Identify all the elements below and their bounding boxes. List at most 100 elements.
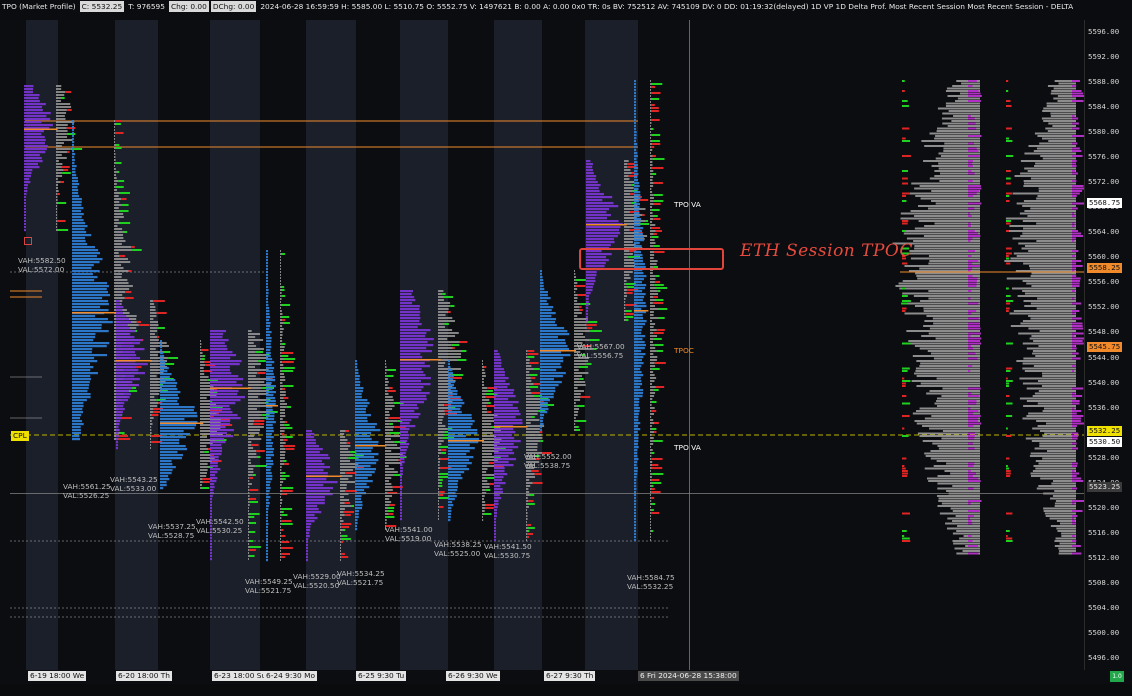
tpo-row xyxy=(210,342,225,345)
volume-bar xyxy=(385,393,389,395)
volume-bar xyxy=(650,107,651,109)
tpo-row xyxy=(210,513,212,516)
annotation-highlight-box[interactable] xyxy=(579,248,724,270)
tpo-row xyxy=(355,363,358,366)
session-volume-bar xyxy=(947,517,980,520)
delta-bar xyxy=(345,472,357,474)
volume-bar xyxy=(624,280,627,282)
volume-bar xyxy=(280,430,285,432)
volume-bar xyxy=(438,425,446,427)
delta-bar xyxy=(653,182,663,184)
volume-bar xyxy=(650,200,654,202)
session-volume-bar xyxy=(944,470,980,472)
volume-bar xyxy=(482,477,486,479)
session-delta-bar xyxy=(1072,117,1079,120)
tpo-row xyxy=(540,306,554,309)
tpo-row xyxy=(24,130,44,133)
session-delta-bar xyxy=(1072,180,1077,182)
session-delta-bar xyxy=(968,462,975,465)
tpo-row xyxy=(24,160,43,163)
time-axis[interactable]: 6-19 18:00 We 6-20 18:00 Th 6-23 18:00 Su 6… xyxy=(10,670,1084,684)
delta-bar xyxy=(119,210,129,212)
tpo-row xyxy=(634,215,640,218)
tpo-row xyxy=(400,413,421,416)
tpo-row xyxy=(634,86,636,89)
session-delta-bar xyxy=(968,297,971,300)
poc-marker xyxy=(448,440,484,442)
volume-bar xyxy=(114,249,133,251)
tpo-row xyxy=(355,411,366,414)
delta-bar xyxy=(257,372,266,374)
delta-bar xyxy=(653,233,657,235)
volume-bar xyxy=(650,272,653,274)
session-delta-bar xyxy=(1072,535,1076,537)
volume-bar xyxy=(340,544,341,546)
session-volume-bar xyxy=(1022,417,1076,420)
tpo-row xyxy=(540,327,565,330)
session-volume-bar xyxy=(906,330,980,332)
tpo-row xyxy=(24,187,28,190)
delta-bar xyxy=(1006,465,1008,467)
tpo-row xyxy=(494,476,504,479)
session-delta-bar xyxy=(968,262,973,265)
volume-bar xyxy=(438,428,448,430)
volume-bar xyxy=(150,315,157,317)
session-volume-bar xyxy=(898,282,980,285)
tpo-row xyxy=(72,357,95,360)
tpo-row xyxy=(72,405,84,408)
session-volume-bar xyxy=(924,320,980,322)
delta-bar xyxy=(202,355,206,357)
tpo-row xyxy=(448,387,456,390)
session-volume-bar xyxy=(946,527,980,530)
tpo-row xyxy=(400,464,403,467)
tpo-row xyxy=(210,390,239,393)
tpo-chart[interactable] xyxy=(10,20,1084,670)
tpo-row xyxy=(266,538,268,541)
volume-bar xyxy=(624,178,630,180)
annotation-text[interactable]: ETH Session TPOC xyxy=(740,241,913,261)
delta-bar xyxy=(651,479,660,481)
tpo-row xyxy=(448,429,478,432)
tpo-row xyxy=(116,447,118,450)
volume-bar xyxy=(150,303,155,305)
volume-bar xyxy=(650,422,654,424)
delta-bar xyxy=(652,155,656,157)
delta-bar xyxy=(651,428,657,430)
volume-bar xyxy=(280,487,282,489)
session-volume-bar xyxy=(1050,497,1076,500)
tpo-row xyxy=(355,465,371,468)
tpo-row xyxy=(116,369,139,372)
delta-bar xyxy=(1006,302,1011,305)
session-delta-bar xyxy=(968,100,981,102)
delta-bar xyxy=(902,382,906,385)
volume-bar xyxy=(340,502,345,504)
session-volume-bar xyxy=(1023,185,1076,187)
volume-bar xyxy=(340,505,352,507)
tpo-row xyxy=(210,411,233,414)
corner-button[interactable]: 1.0 xyxy=(1110,671,1124,682)
chart-plot-area[interactable] xyxy=(10,20,1084,670)
session-delta-bar xyxy=(1072,357,1081,360)
delta-bar xyxy=(157,336,160,338)
volume-bar xyxy=(650,179,653,181)
delta-bar xyxy=(457,359,467,361)
session-delta-bar xyxy=(1072,255,1076,257)
session-delta-bar xyxy=(1072,345,1075,347)
session-delta-bar xyxy=(1072,280,1081,282)
tpo-row xyxy=(355,483,367,486)
tpo-row xyxy=(116,324,128,327)
tpo-row xyxy=(160,358,164,361)
tpo-row xyxy=(160,394,178,397)
price-axis[interactable]: 5596.00 5592.00 5588.00 5584.00 5580.00 5576.… xyxy=(1084,20,1132,670)
volume-bar xyxy=(385,480,390,482)
volume-bar xyxy=(650,131,651,133)
tpo-row xyxy=(494,467,505,470)
tpo-row xyxy=(72,252,101,255)
delta-bar xyxy=(119,432,125,434)
volume-bar xyxy=(482,426,491,428)
tpo-row xyxy=(355,498,362,501)
session-volume-bar xyxy=(1026,347,1076,350)
tpo-row xyxy=(24,103,46,106)
tpo-row xyxy=(160,454,184,457)
volume-bar xyxy=(650,452,652,454)
